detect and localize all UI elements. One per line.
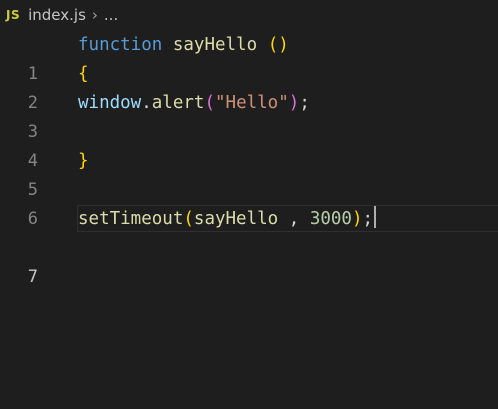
line-code: setTimeout(sayHello , 3000); <box>78 205 377 234</box>
code-line[interactable]: 3 window.alert("Hello"); <box>0 89 498 142</box>
code-line[interactable]: 1 function sayHello () <box>0 31 498 84</box>
text-cursor <box>374 206 377 228</box>
code-line[interactable]: 4 <box>0 118 498 171</box>
code-line[interactable]: 2 { <box>0 60 498 113</box>
breadcrumb-symbols[interactable]: ... <box>104 6 118 24</box>
paren-token: ( <box>183 209 194 229</box>
breadcrumb: JS index.js › ... <box>0 0 498 30</box>
paren-token: ( <box>204 93 215 113</box>
paren-token: ) <box>288 93 300 113</box>
variable-token: window <box>78 93 142 113</box>
paren-token: ) <box>351 209 363 229</box>
code-editor[interactable]: 1 function sayHello () 2 { 3 window.aler… <box>0 31 498 287</box>
brace-token: { <box>78 64 89 84</box>
function-name-token: sayHello <box>193 209 279 229</box>
function-name-token: sayHello <box>172 35 258 55</box>
method-token: alert <box>151 93 205 113</box>
number-token: 3000 <box>309 209 352 229</box>
line-code: window.alert("Hello"); <box>78 93 310 113</box>
code-line-active[interactable]: 7 setTimeout(sayHello , 3000); <box>0 205 498 287</box>
line-number: 7 <box>27 267 38 287</box>
code-line[interactable]: 5 } <box>0 147 498 200</box>
breadcrumb-file[interactable]: index.js <box>28 6 86 24</box>
line-code: function sayHello () <box>78 31 289 60</box>
chevron-right-icon: › <box>91 6 98 24</box>
paren-token: () <box>267 35 289 55</box>
keyword-token: function <box>78 35 163 55</box>
code-line[interactable]: 6 <box>0 176 498 229</box>
line-code: } <box>78 147 89 176</box>
javascript-file-icon: JS <box>6 8 21 22</box>
function-call-token: setTimeout <box>78 209 184 229</box>
brace-token: } <box>78 151 89 171</box>
line-code: { <box>78 60 89 89</box>
string-token: "Hello" <box>215 93 289 113</box>
